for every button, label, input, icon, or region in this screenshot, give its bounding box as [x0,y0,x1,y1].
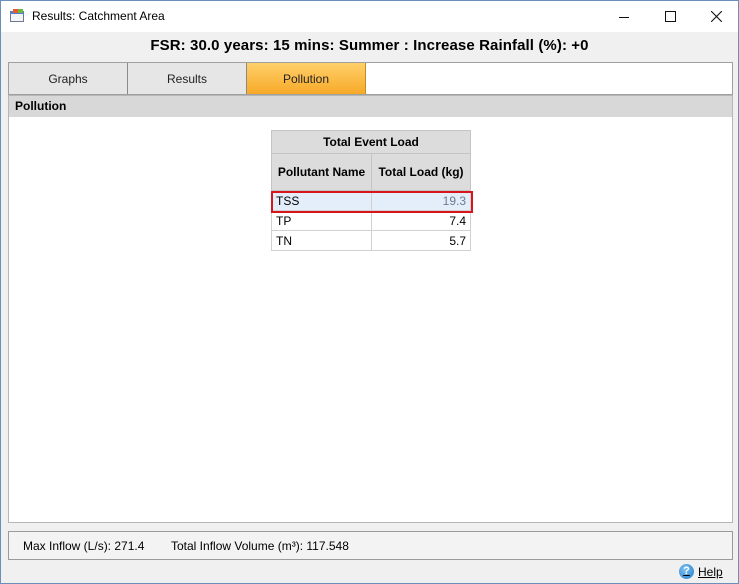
table-group-header: Total Event Load [271,130,471,154]
section-header: Pollution [8,95,733,118]
column-header-load[interactable]: Total Load (kg) [371,153,471,191]
tab-pollution[interactable]: Pollution [247,63,366,94]
help-label: Help [698,564,723,579]
table-row[interactable]: TSS 19.3 [271,190,471,211]
pollutant-name-cell[interactable]: TN [271,230,372,251]
total-load-cell[interactable]: 7.4 [371,210,471,231]
pollutant-name-cell[interactable]: TP [271,210,372,231]
maximize-button[interactable] [647,1,693,32]
title-bar[interactable]: Results: Catchment Area [1,1,738,32]
total-load-cell[interactable]: 5.7 [371,230,471,251]
close-icon [710,11,722,22]
table-row[interactable]: TP 7.4 [271,210,471,231]
table-row[interactable]: TN 5.7 [271,230,471,251]
total-load-cell[interactable]: 19.3 [371,190,471,211]
results-window: Results: Catchment Area FSR: 30.0 years:… [0,0,739,584]
minimize-button[interactable] [601,1,647,32]
pollution-panel: Total Event Load Pollutant Name Total Lo… [8,117,733,523]
column-header-pollutant[interactable]: Pollutant Name [271,153,372,191]
app-window-icon [10,9,24,22]
status-bar: Max Inflow (L/s): 271.4 Total Inflow Vol… [8,531,733,560]
tab-graphs[interactable]: Graphs [9,63,128,94]
total-inflow-volume-status: Total Inflow Volume (m³): 117.548 [171,539,349,553]
maximize-icon [664,11,676,22]
minimize-icon [619,16,629,18]
help-link[interactable]: ? Help [679,564,723,579]
tab-strip: Graphs Results Pollution [8,62,733,95]
pollution-table: Total Event Load Pollutant Name Total Lo… [271,130,471,251]
pollutant-name-cell[interactable]: TSS [271,190,372,211]
close-button[interactable] [693,1,739,32]
results-heading: FSR: 30.0 years: 15 mins: Summer : Incre… [150,37,589,54]
help-icon: ? [679,564,694,579]
window-title: Results: Catchment Area [32,9,165,23]
max-inflow-status: Max Inflow (L/s): 271.4 [23,539,145,553]
tab-results[interactable]: Results [128,63,247,94]
